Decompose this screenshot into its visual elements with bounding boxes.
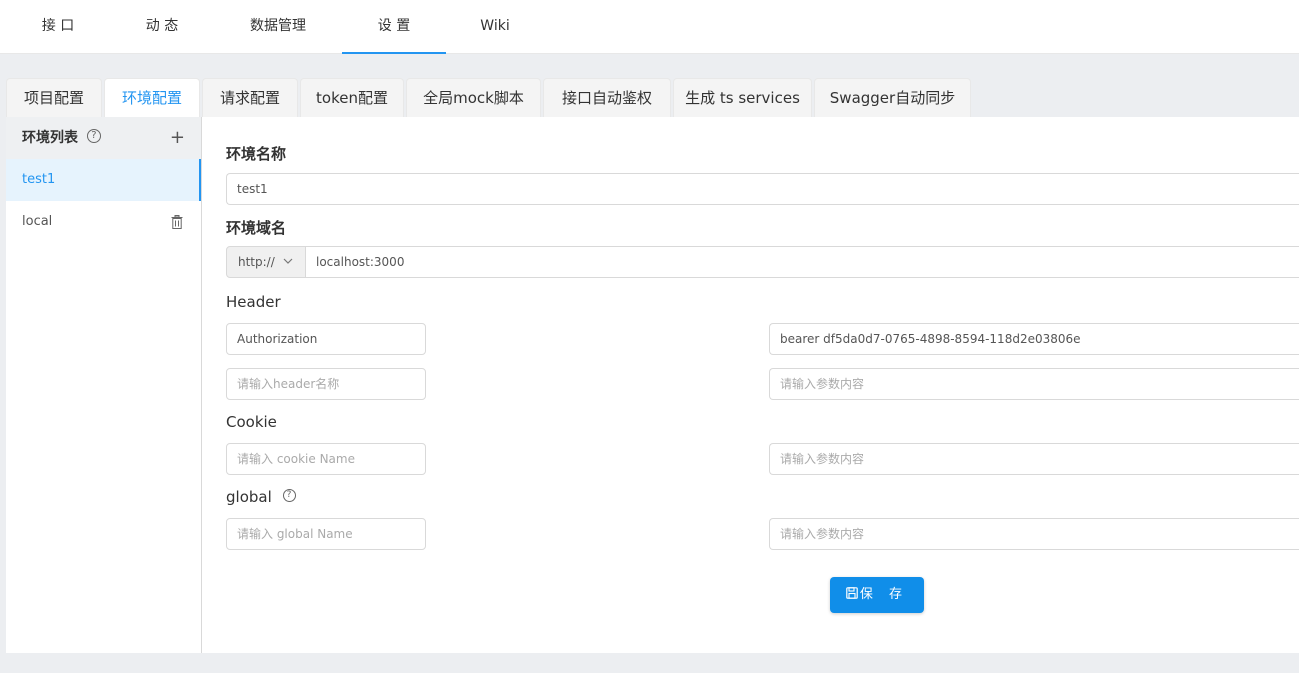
cookie-value-input[interactable] <box>769 443 1299 475</box>
tab-env-config[interactable]: 环境配置 <box>104 78 200 118</box>
tab-token-config[interactable]: token配置 <box>300 78 404 117</box>
env-item-local[interactable]: local <box>6 201 201 243</box>
global-label-text: global <box>226 488 272 506</box>
cookie-label: Cookie <box>226 413 277 431</box>
tab-project-config[interactable]: 项目配置 <box>6 78 102 117</box>
save-button[interactable]: 保 存 <box>830 577 924 613</box>
env-item-label: test1 <box>22 172 56 187</box>
tab-request-config[interactable]: 请求配置 <box>202 78 298 117</box>
header-name-input-empty[interactable] <box>226 368 426 400</box>
env-domain-label: 环境域名 <box>226 219 287 237</box>
env-list-header: 环境列表 ? + <box>6 117 201 159</box>
add-env-icon[interactable]: + <box>170 117 185 159</box>
env-list-sidebar: 环境列表 ? + test1 local <box>6 117 202 653</box>
header-label: Header <box>226 293 281 311</box>
help-icon[interactable]: ? <box>282 489 296 502</box>
nav-interface[interactable]: 接 口 <box>0 0 116 54</box>
top-navigation: 接 口 动 态 数据管理 设 置 Wiki <box>0 0 1299 54</box>
header-value-input-empty[interactable] <box>769 368 1299 400</box>
chevron-down-icon <box>283 258 293 264</box>
nav-settings[interactable]: 设 置 <box>342 0 446 54</box>
global-label: global ? <box>226 488 296 506</box>
env-config-panel: 环境列表 ? + test1 local 环境名称 环境域名 http:// H… <box>6 117 1299 653</box>
tab-swagger-sync[interactable]: Swagger自动同步 <box>814 78 971 117</box>
tab-ts-services[interactable]: 生成 ts services <box>673 78 812 117</box>
env-name-input[interactable] <box>226 173 1299 205</box>
protocol-value: http:// <box>238 255 275 269</box>
global-value-input[interactable] <box>769 518 1299 550</box>
nav-wiki[interactable]: Wiki <box>446 0 544 54</box>
save-icon <box>846 586 858 599</box>
cookie-name-input[interactable] <box>226 443 426 475</box>
env-item-label: local <box>22 214 53 229</box>
tab-auto-auth[interactable]: 接口自动鉴权 <box>543 78 671 117</box>
nav-activity[interactable]: 动 态 <box>110 0 214 54</box>
protocol-select[interactable]: http:// <box>226 246 306 278</box>
header-value-input[interactable] <box>769 323 1299 355</box>
env-name-label: 环境名称 <box>226 145 287 163</box>
env-list-title: 环境列表 <box>22 130 78 146</box>
nav-data-management[interactable]: 数据管理 <box>226 0 330 54</box>
tab-global-mock[interactable]: 全局mock脚本 <box>406 78 541 117</box>
env-item-test1[interactable]: test1 <box>6 159 201 201</box>
domain-input[interactable] <box>305 246 1299 278</box>
header-name-input[interactable] <box>226 323 426 355</box>
global-name-input[interactable] <box>226 518 426 550</box>
help-icon[interactable]: ? <box>86 129 101 143</box>
save-button-label: 保 存 <box>859 587 909 602</box>
delete-icon[interactable] <box>171 215 183 229</box>
